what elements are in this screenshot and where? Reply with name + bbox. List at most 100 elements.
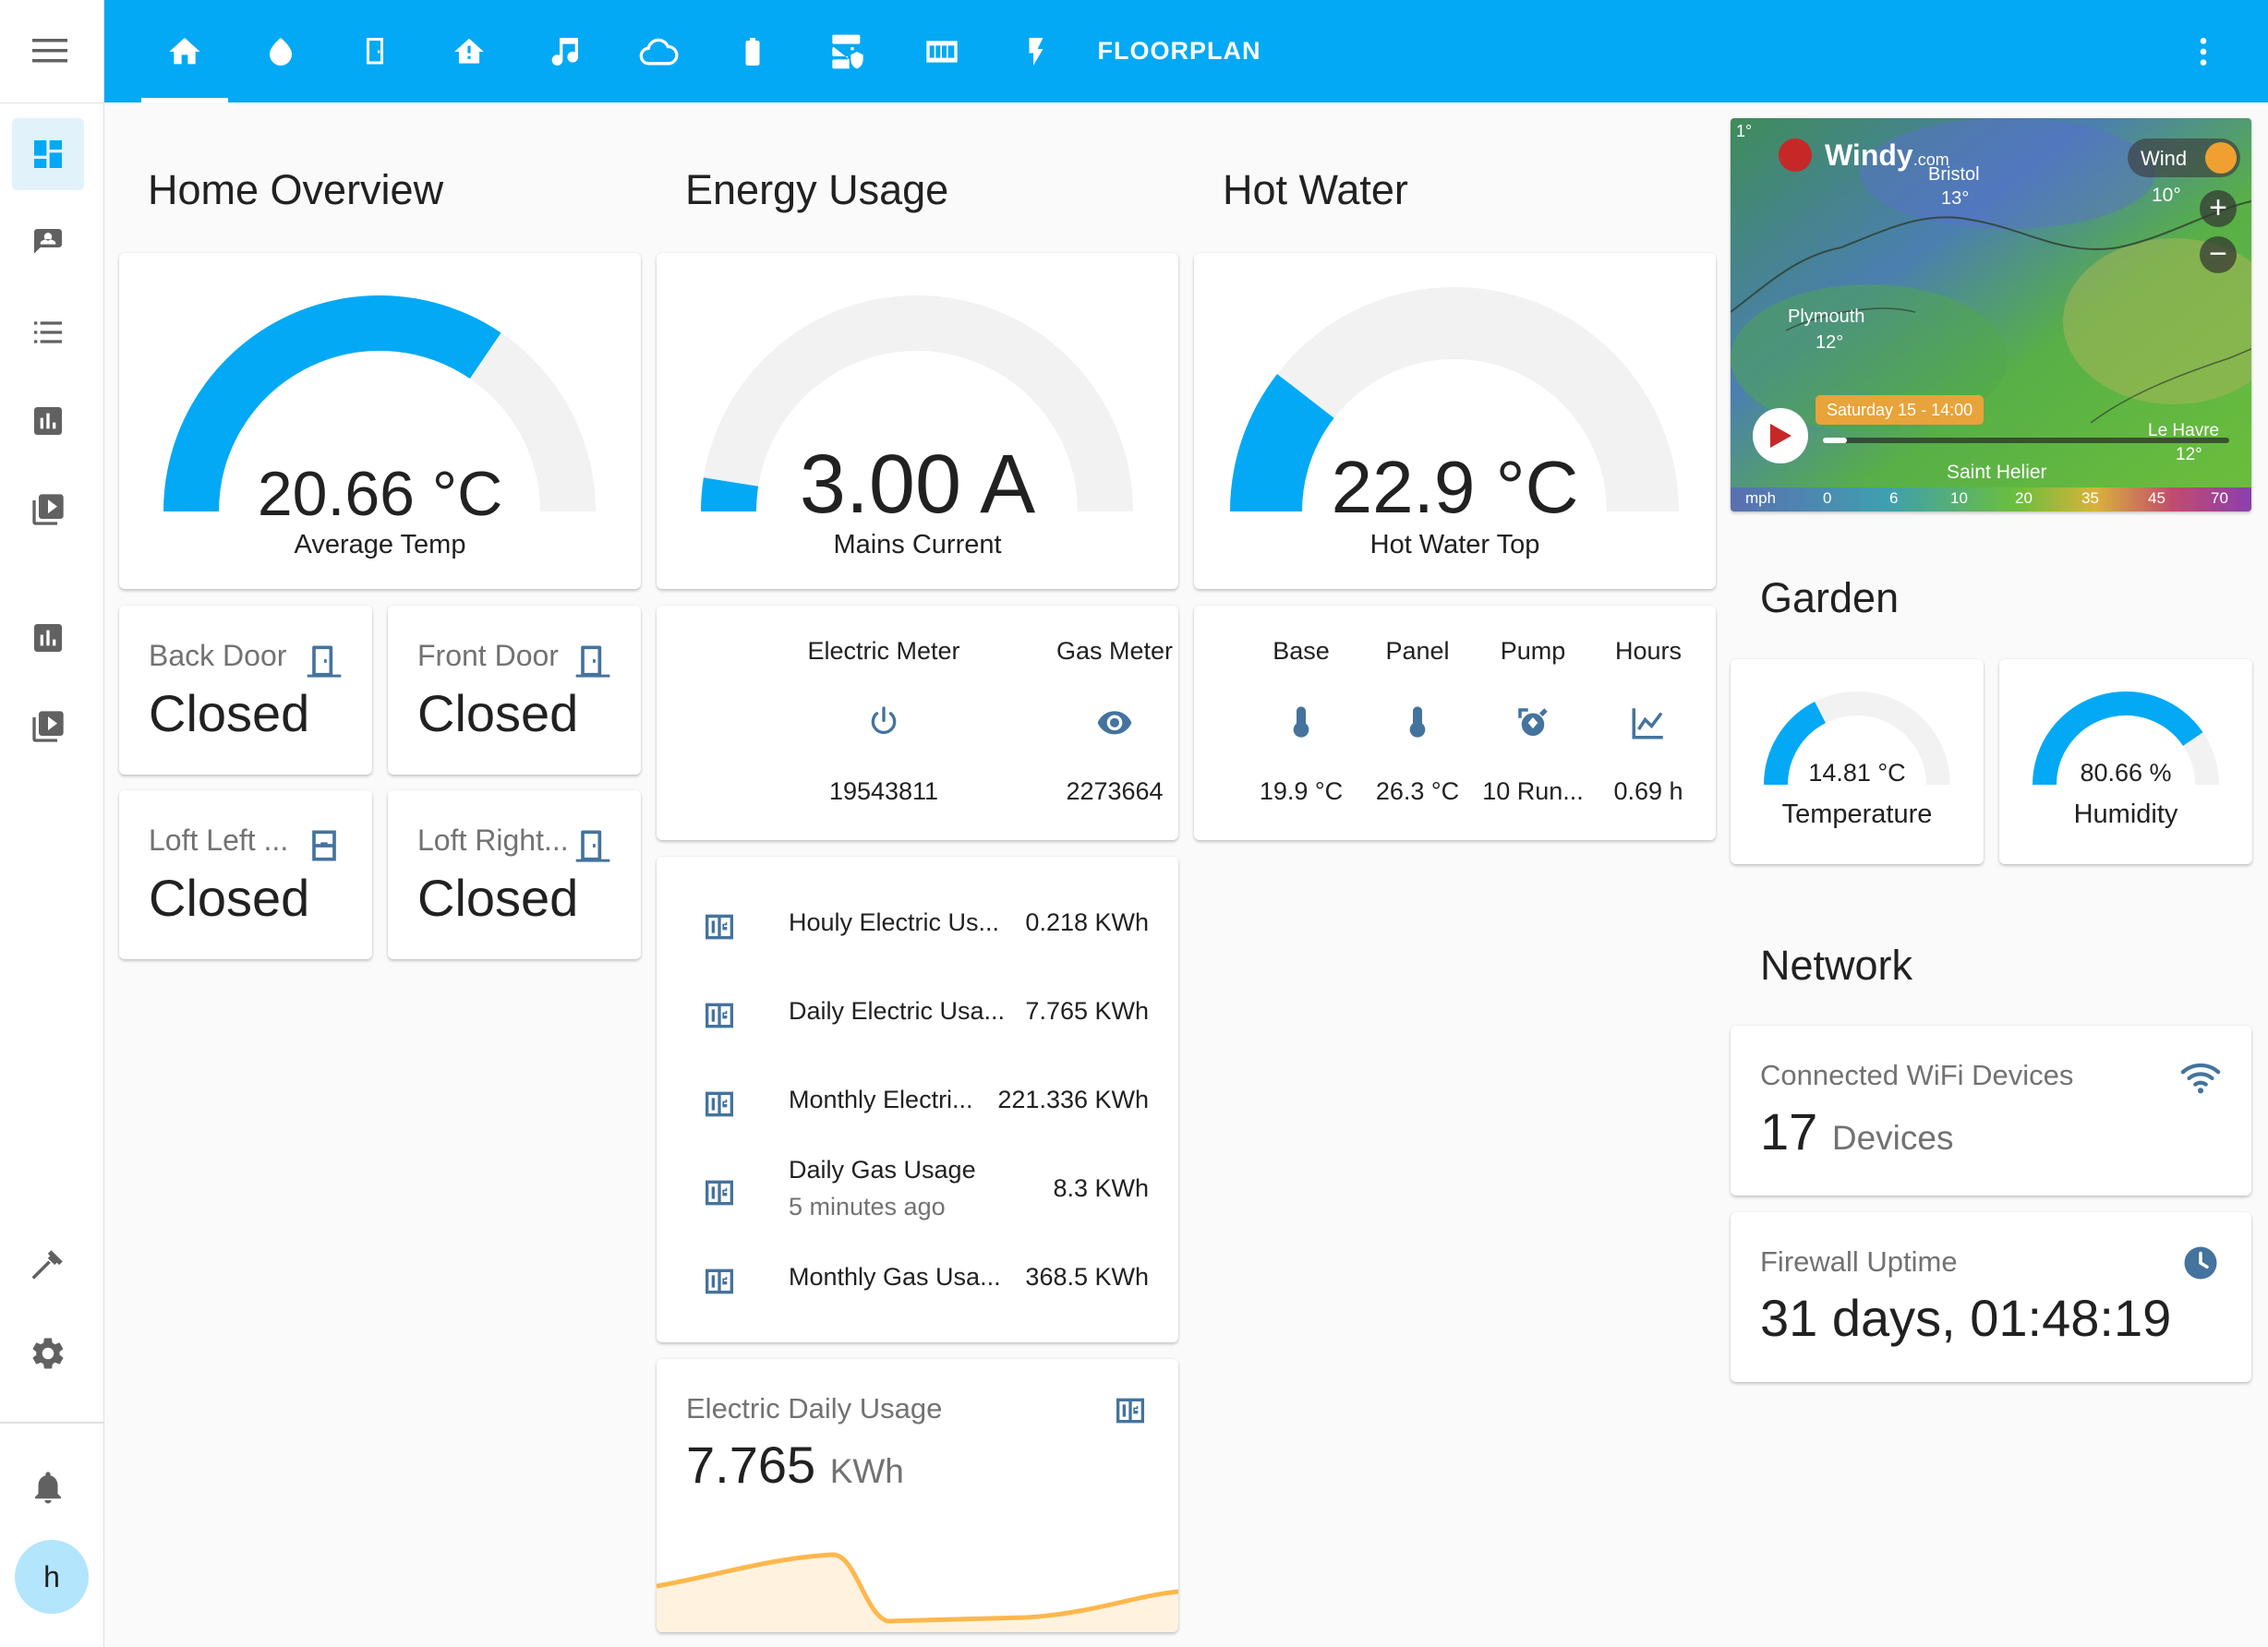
chart-line-icon[interactable]	[1574, 703, 1716, 742]
server-security-icon	[829, 33, 866, 70]
place-temp: 12°	[2176, 445, 2202, 464]
hammer-icon[interactable]	[12, 1229, 84, 1301]
play-box-icon[interactable]	[12, 474, 84, 546]
windy-logo-icon	[1779, 138, 1812, 172]
timeline-slider[interactable]	[1823, 438, 2229, 443]
layer-label: Wind	[2141, 147, 2188, 170]
dots-vertical-icon[interactable]	[2185, 33, 2222, 70]
wifi-devices-card[interactable]: Connected WiFi Devices 17 Devices	[1731, 1026, 2251, 1196]
row-secondary: 5 minutes ago	[789, 1193, 946, 1220]
door-label: Loft Right...	[417, 824, 569, 857]
play-box-icon[interactable]	[12, 691, 84, 763]
view-dashboard-icon[interactable]	[12, 118, 84, 190]
sensor-value: 7.765 KWh	[686, 1435, 904, 1495]
row-name: Monthly Gas Usa...	[789, 1263, 1001, 1291]
average-temp-gauge-card[interactable]: 20.66 °C Average Temp	[119, 253, 641, 589]
scale-tick: 70	[2211, 489, 2228, 507]
door-card-front[interactable]: Front Door Closed	[388, 606, 641, 775]
scale-unit: mph	[1745, 489, 1777, 507]
tab-home[interactable]	[141, 0, 228, 102]
top-header: FLOORPLAN	[104, 0, 2268, 102]
menu-icon[interactable]	[32, 39, 67, 63]
glance-state: 19543811	[828, 777, 939, 805]
tab-doors[interactable]	[332, 0, 418, 102]
glance-name: Gas Meter	[1056, 637, 1174, 665]
glance-name: Electric Meter	[807, 637, 960, 665]
place-label: Plymouth	[1788, 307, 1865, 327]
gauge-value: 20.66 °C	[257, 459, 503, 529]
counter-icon	[1112, 1392, 1149, 1429]
door-card-loft-left[interactable]: Loft Left ... Closed	[119, 790, 372, 959]
wifi-count: 17 Devices	[1760, 1101, 1953, 1161]
wifi-count-value: 17	[1760, 1102, 1818, 1160]
door-icon	[358, 35, 392, 68]
scale-tick: 10	[1950, 489, 1968, 507]
row-name: Daily Gas Usage	[789, 1156, 976, 1184]
door-card-back[interactable]: Back Door Closed	[119, 606, 372, 775]
tab-meter[interactable]	[899, 0, 985, 102]
door-state: Closed	[149, 869, 310, 927]
scale-tick: 45	[2148, 489, 2165, 507]
door-label: Loft Left ...	[149, 824, 289, 857]
gauge-name: Humidity	[2073, 799, 2178, 829]
wifi-label: Connected WiFi Devices	[1760, 1059, 2074, 1091]
hot-water-gauge-card[interactable]: 22.9 °C Hot Water Top	[1194, 253, 1716, 589]
chart-box-icon[interactable]	[12, 602, 84, 674]
home-icon	[166, 33, 203, 70]
row-name: Monthly Electri...	[789, 1086, 973, 1113]
account-box-icon[interactable]	[12, 207, 84, 279]
door-state: Closed	[417, 869, 579, 927]
mains-current-gauge-card[interactable]: 3.00 A Mains Current	[657, 253, 1178, 589]
tab-weather[interactable]	[615, 0, 702, 102]
garden-temperature-card[interactable]: 14.81 °C Temperature	[1731, 659, 1984, 864]
door-icon	[573, 825, 613, 866]
format-list-icon[interactable]	[12, 296, 84, 368]
water-drop-icon	[264, 35, 297, 68]
avatar[interactable]: h	[15, 1540, 89, 1614]
door-label: Front Door	[417, 639, 559, 672]
firewall-uptime-card[interactable]: Firewall Uptime 31 days, 01:48:19	[1731, 1212, 2251, 1382]
hot-water-glance-card: Base Panel Pump Hours 19.9 °C 26.3 °C 10…	[1194, 606, 1716, 840]
power-icon[interactable]	[801, 703, 967, 740]
tab-music[interactable]	[521, 0, 608, 102]
tab-power[interactable]	[993, 0, 1080, 102]
tab-floorplan[interactable]: FLOORPLAN	[1087, 0, 1272, 102]
electric-daily-usage-card[interactable]: Electric Daily Usage 7.765 KWh	[657, 1359, 1178, 1632]
gauge-name: Mains Current	[833, 530, 1002, 559]
windy-map-card[interactable]: Windy.com 1° Bristol 13° Plymouth 12° Sa…	[1731, 118, 2251, 511]
tab-home-alert[interactable]	[426, 0, 513, 102]
wind-layer-button[interactable]: Wind	[2128, 138, 2240, 177]
zoom-in-button[interactable]: +	[2200, 190, 2237, 227]
place-label: Bristol	[1928, 164, 1980, 185]
zoom-out-button[interactable]: −	[2200, 236, 2237, 273]
floorplan-label: FLOORPLAN	[1097, 37, 1261, 65]
scale-tick: 20	[2015, 489, 2033, 507]
counter-icon	[701, 1174, 738, 1211]
door-card-loft-right[interactable]: Loft Right... Closed	[388, 790, 641, 959]
counter-icon	[701, 997, 738, 1034]
chart-box-icon[interactable]	[12, 385, 84, 457]
row-value: 7.765 KWh	[1025, 997, 1149, 1025]
glance-state: 2273664	[1066, 777, 1164, 805]
garden-humidity-card[interactable]: 80.66 % Humidity	[1999, 659, 2252, 864]
bell-icon[interactable]	[12, 1451, 84, 1523]
sidebar-header	[0, 0, 104, 103]
cog-icon[interactable]	[12, 1317, 84, 1389]
corner-temp: 1°	[1736, 122, 1753, 140]
flash-icon	[1019, 33, 1053, 70]
tab-server[interactable]	[804, 0, 891, 102]
home-alert-icon	[452, 34, 487, 69]
energy-entities-card: Houly Electric Us... 0.218 KWh Daily Ele…	[657, 857, 1178, 1342]
gauge-value: 80.66 %	[2080, 759, 2172, 787]
door-icon	[573, 641, 613, 681]
play-button[interactable]	[1753, 408, 1808, 463]
gauge-value: 3.00 A	[799, 439, 1036, 531]
counter-icon	[701, 1263, 738, 1300]
tab-battery[interactable]	[709, 0, 796, 102]
glance-name: Hours	[1614, 637, 1683, 665]
tab-water[interactable]	[237, 0, 324, 102]
meters-glance-card: Electric Meter Gas Meter 19543811 227366…	[657, 606, 1178, 840]
wind-temp: 10°	[2152, 185, 2181, 206]
eye-icon[interactable]	[1031, 703, 1178, 740]
timeline-progress	[1823, 438, 1847, 443]
